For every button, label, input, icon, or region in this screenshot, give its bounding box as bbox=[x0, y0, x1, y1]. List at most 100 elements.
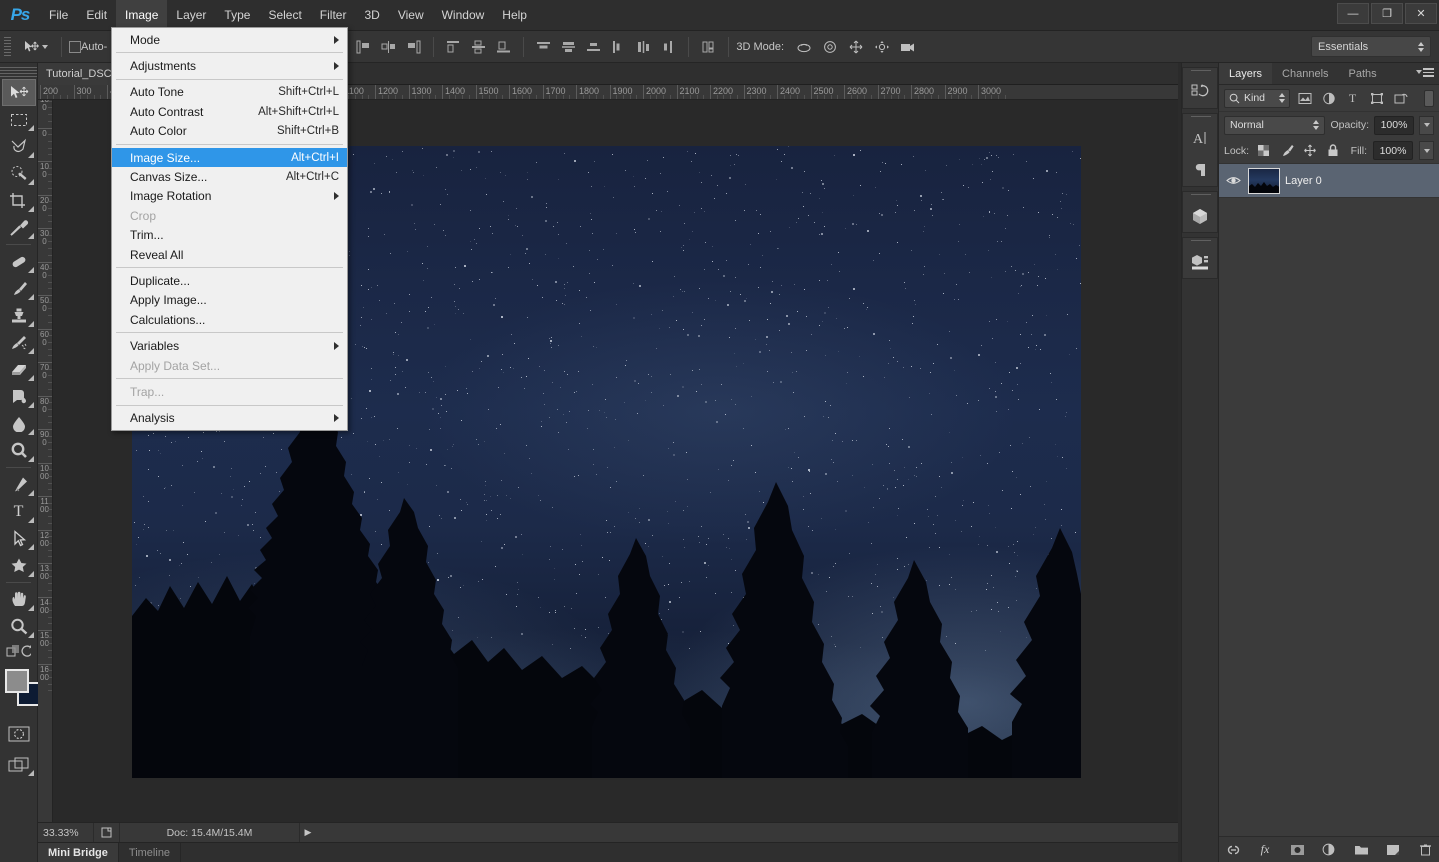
quick-mask-toggle[interactable] bbox=[2, 720, 36, 747]
align-horizontal-centers-button[interactable] bbox=[376, 35, 401, 59]
menu-option-apply-image[interactable]: Apply Image... bbox=[112, 291, 347, 310]
distribute-left-edges-button[interactable] bbox=[606, 35, 631, 59]
history-brush-tool[interactable] bbox=[2, 329, 36, 356]
workspace-selector[interactable]: Essentials bbox=[1311, 36, 1431, 57]
menu-item-window[interactable]: Window bbox=[433, 0, 494, 31]
blur-tool[interactable] bbox=[2, 410, 36, 437]
tool-preset-caret-icon[interactable] bbox=[42, 44, 48, 49]
auto-align-layers-button[interactable] bbox=[696, 35, 721, 59]
distribute-bottom-edges-button[interactable] bbox=[581, 35, 606, 59]
hand-tool[interactable] bbox=[2, 586, 36, 613]
menu-option-image-rotation[interactable]: Image Rotation bbox=[112, 187, 347, 206]
3d-roll-icon[interactable] bbox=[818, 35, 842, 59]
shape-filter-icon[interactable] bbox=[1367, 89, 1386, 108]
layer-visibility-icon[interactable] bbox=[1223, 175, 1243, 186]
panel-tab-paths[interactable]: Paths bbox=[1339, 63, 1387, 84]
dock-group-grip[interactable] bbox=[1183, 68, 1217, 76]
menu-item-3d[interactable]: 3D bbox=[355, 0, 388, 31]
menu-item-view[interactable]: View bbox=[389, 0, 433, 31]
new-group-icon[interactable] bbox=[1351, 840, 1371, 860]
blend-mode-dropdown[interactable]: Normal bbox=[1224, 115, 1326, 135]
pixel-filter-icon[interactable] bbox=[1295, 89, 1314, 108]
menu-item-file[interactable]: File bbox=[40, 0, 77, 31]
align-vertical-centers-button[interactable] bbox=[466, 35, 491, 59]
menu-item-filter[interactable]: Filter bbox=[311, 0, 356, 31]
lock-transparent-pixels-icon[interactable] bbox=[1255, 142, 1272, 159]
close-button[interactable]: ✕ bbox=[1405, 3, 1437, 24]
opacity-dropdown-icon[interactable] bbox=[1419, 115, 1434, 135]
menu-option-variables[interactable]: Variables bbox=[112, 336, 347, 355]
opacity-input[interactable]: 100% bbox=[1374, 115, 1414, 135]
align-top-edges-button[interactable] bbox=[441, 35, 466, 59]
menu-option-duplicate[interactable]: Duplicate... bbox=[112, 271, 347, 290]
menu-option-trim[interactable]: Trim... bbox=[112, 226, 347, 245]
minimize-button[interactable]: — bbox=[1337, 3, 1369, 24]
adjustment-filter-icon[interactable] bbox=[1319, 89, 1338, 108]
clone-stamp-tool[interactable] bbox=[2, 302, 36, 329]
menu-option-canvas-size[interactable]: Canvas Size... Alt+Ctrl+C bbox=[112, 167, 347, 186]
distribute-top-edges-button[interactable] bbox=[531, 35, 556, 59]
lock-position-icon[interactable] bbox=[1301, 142, 1318, 159]
type-filter-icon[interactable]: T bbox=[1343, 89, 1362, 108]
path-selection-tool[interactable] bbox=[2, 525, 36, 552]
align-right-edges-button[interactable] bbox=[401, 35, 426, 59]
menu-item-type[interactable]: Type bbox=[215, 0, 259, 31]
add-layer-mask-icon[interactable] bbox=[1287, 840, 1307, 860]
layer-list[interactable]: Layer 0 bbox=[1219, 164, 1439, 836]
panel-tab-layers[interactable]: Layers bbox=[1219, 63, 1273, 84]
panel-tab-channels[interactable]: Channels bbox=[1272, 63, 1338, 84]
zoom-tool[interactable] bbox=[2, 613, 36, 640]
align-left-edges-button[interactable] bbox=[351, 35, 376, 59]
menu-option-mode[interactable]: Mode bbox=[112, 30, 347, 49]
distribute-vertical-centers-button[interactable] bbox=[556, 35, 581, 59]
panel-menu-button[interactable] bbox=[1416, 68, 1434, 77]
menu-option-auto-tone[interactable]: Auto Tone Shift+Ctrl+L bbox=[112, 83, 347, 102]
align-bottom-edges-button[interactable] bbox=[491, 35, 516, 59]
menu-item-image[interactable]: Image bbox=[116, 0, 168, 31]
distribute-right-edges-button[interactable] bbox=[656, 35, 681, 59]
dock-group-grip[interactable] bbox=[1183, 238, 1217, 246]
document-profile-icon[interactable] bbox=[94, 822, 120, 843]
tools-panel-grip[interactable] bbox=[0, 65, 37, 77]
rectangular-marquee-tool[interactable] bbox=[2, 106, 36, 133]
menu-option-reveal-all[interactable]: Reveal All bbox=[112, 245, 347, 264]
layer-thumbnail[interactable] bbox=[1248, 167, 1280, 194]
distribute-horizontal-centers-button[interactable] bbox=[631, 35, 656, 59]
link-layers-icon[interactable] bbox=[1223, 840, 1243, 860]
character-panel-icon[interactable]: A bbox=[1183, 122, 1217, 154]
menu-option-analysis[interactable]: Analysis bbox=[112, 409, 347, 428]
spot-healing-brush-tool[interactable] bbox=[2, 248, 36, 275]
3d-panel-icon[interactable] bbox=[1183, 200, 1217, 232]
new-adjustment-layer-icon[interactable] bbox=[1319, 840, 1339, 860]
brush-tool[interactable] bbox=[2, 275, 36, 302]
foreground-color-swatch[interactable] bbox=[5, 669, 29, 693]
3d-pan-icon[interactable] bbox=[844, 35, 868, 59]
menu-option-auto-contrast[interactable]: Auto Contrast Alt+Shift+Ctrl+L bbox=[112, 102, 347, 121]
gradient-tool[interactable] bbox=[2, 383, 36, 410]
delete-layer-icon[interactable] bbox=[1415, 840, 1435, 860]
image-menu-dropdown[interactable]: Mode Adjustments Auto Tone Shift+Ctrl+L Auto… bbox=[111, 27, 348, 432]
restore-button[interactable]: ❐ bbox=[1371, 3, 1403, 24]
auto-select-checkbox[interactable] bbox=[69, 40, 81, 53]
move-tool[interactable] bbox=[1, 79, 36, 106]
eraser-tool[interactable] bbox=[2, 356, 36, 383]
new-layer-icon[interactable] bbox=[1383, 840, 1403, 860]
lock-image-pixels-icon[interactable] bbox=[1278, 142, 1295, 159]
fill-dropdown-icon[interactable] bbox=[1419, 141, 1434, 160]
layer-style-fx-icon[interactable]: fx bbox=[1255, 840, 1275, 860]
layer-row[interactable]: Layer 0 bbox=[1219, 164, 1439, 198]
dock-group-grip[interactable] bbox=[1183, 114, 1217, 122]
paragraph-panel-icon[interactable] bbox=[1183, 154, 1217, 186]
tool-preset-picker[interactable] bbox=[17, 40, 54, 54]
horizontal-type-tool[interactable]: T bbox=[2, 498, 36, 525]
zoom-level[interactable]: 33.33% bbox=[38, 822, 94, 843]
smart-object-filter-icon[interactable] bbox=[1391, 89, 1410, 108]
bottom-tab-mini-bridge[interactable]: Mini Bridge bbox=[38, 843, 119, 862]
filter-toggle-switch[interactable] bbox=[1424, 89, 1434, 107]
history-panel-icon[interactable] bbox=[1183, 76, 1217, 108]
options-bar-grip[interactable] bbox=[4, 36, 11, 57]
3d-orbit-icon[interactable] bbox=[792, 35, 816, 59]
crop-tool[interactable] bbox=[2, 187, 36, 214]
properties-panel-icon[interactable] bbox=[1183, 246, 1217, 278]
pen-tool[interactable] bbox=[2, 471, 36, 498]
